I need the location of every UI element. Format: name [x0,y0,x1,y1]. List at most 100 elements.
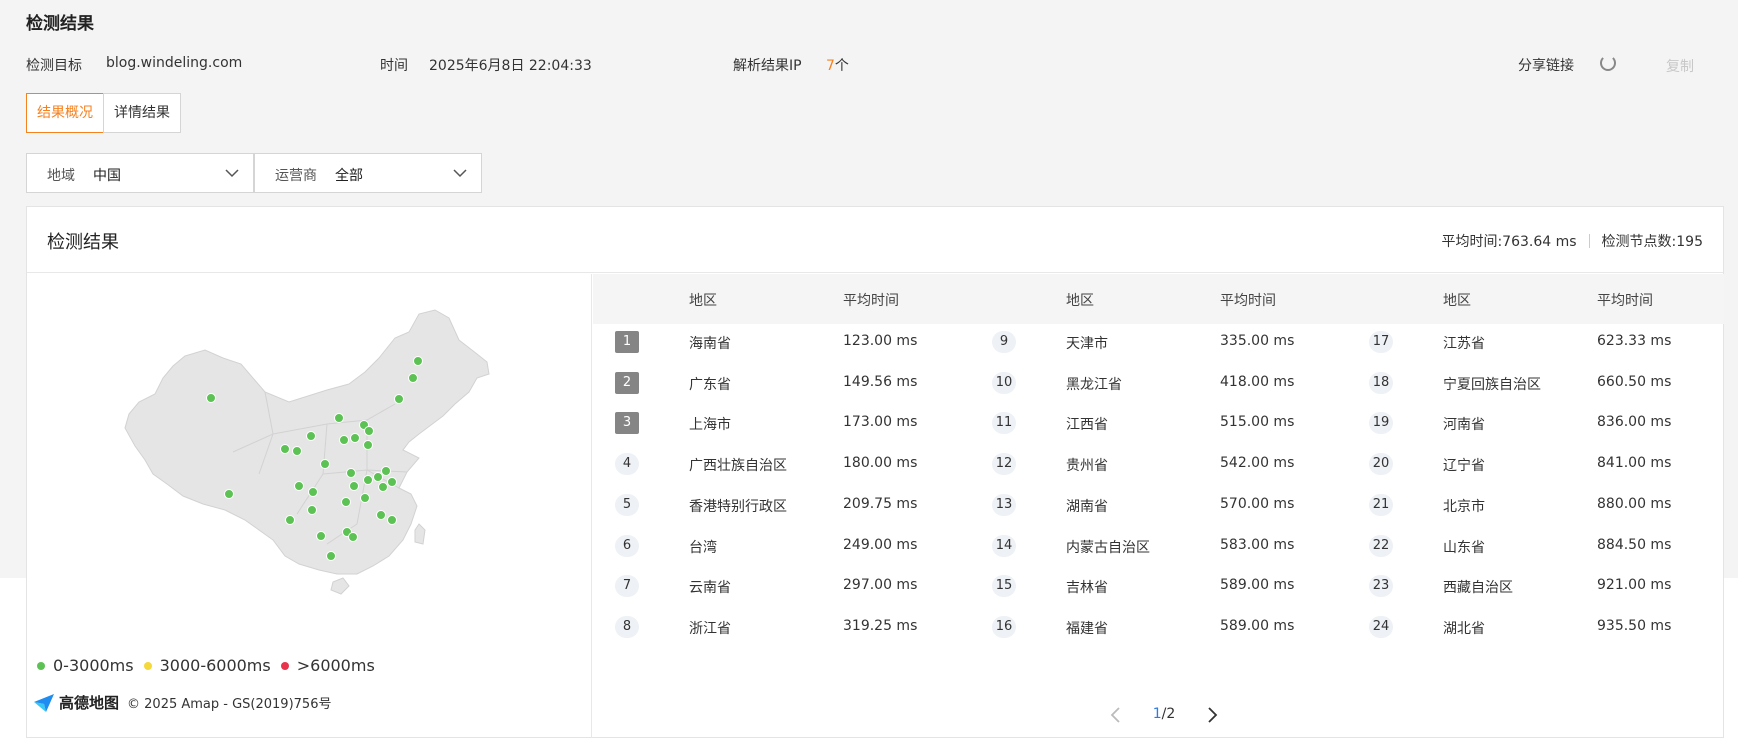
col-header-time: 平均时间 [1220,293,1276,309]
chevron-right-icon[interactable] [1200,703,1224,727]
map-node-dot[interactable] [378,482,388,492]
time-cell: 209.75 ms [843,495,918,512]
map-node-dot[interactable] [341,497,351,507]
china-mainland-shape [124,309,490,575]
ip-count-number: 7 [826,58,835,74]
rank-badge: 2 [615,371,639,394]
chevron-down-icon [453,169,467,178]
time-cell: 542.00 ms [1220,455,1295,472]
map-node-dot[interactable] [364,426,374,436]
result-card: 检测结果 平均时间:763.64 ms 检测节点数:195 0-3000ms 3… [26,206,1724,738]
map-node-dot[interactable] [346,468,356,478]
rank-badge: 16 [992,615,1016,638]
map-node-dot[interactable] [334,413,344,423]
chevron-down-icon [225,169,239,178]
page-current: 1 [1152,706,1162,722]
map-node-dot[interactable] [339,435,349,445]
avg-time-stat: 平均时间:763.64 ms [1441,234,1577,250]
time-cell: 836.00 ms [1597,414,1672,431]
map-node-dot[interactable] [363,475,373,485]
map-node-dot[interactable] [387,515,397,525]
rank-badge: 19 [1369,412,1393,435]
region-cell: 内蒙古自治区 [1066,539,1150,556]
map-node-dot[interactable] [348,532,358,542]
copy-button[interactable]: 复制 [1640,52,1720,80]
time-cell: 418.00 ms [1220,373,1295,390]
map-node-dot[interactable] [292,446,302,456]
map-node-dot[interactable] [387,477,397,487]
time-cell: 880.00 ms [1597,495,1672,512]
rank-badge: 23 [1369,575,1393,598]
map-node-dot[interactable] [280,444,290,454]
ip-count: 7个 [826,55,849,75]
red-dot-icon [280,661,289,670]
taiwan-island-shape [414,523,426,545]
time-cell: 884.50 ms [1597,536,1672,553]
card-stats: 平均时间:763.64 ms 检测节点数:195 [1441,231,1703,251]
legend-label: >6000ms [296,656,375,675]
col-header-time: 平均时间 [843,293,899,309]
rank-badge: 5 [615,493,639,516]
map-node-dot[interactable] [320,459,330,469]
legend-label: 3000-6000ms [159,656,271,675]
map-node-dot[interactable] [294,481,304,491]
map-node-dot[interactable] [408,373,418,383]
china-map[interactable] [27,274,592,654]
map-node-dot[interactable] [376,510,386,520]
isp-select[interactable]: 运营商 全部 [254,153,482,193]
region-cell: 湖北省 [1443,620,1485,637]
map-panel: 0-3000ms 3000-6000ms >6000ms 高德地图 © 2025… [27,274,592,738]
map-node-dot[interactable] [413,356,423,366]
map-node-dot[interactable] [326,551,336,561]
region-cell: 湖南省 [1066,498,1108,515]
map-node-dot[interactable] [308,487,318,497]
region-cell: 山东省 [1443,539,1485,556]
results-table: 地区 平均时间 地区 平均时间 地区 平均时间 1 海南省 123.00 ms 2 广东… [593,274,1724,738]
rank-badge: 7 [615,575,639,598]
time-cell: 149.56 ms [843,373,918,390]
map-node-dot[interactable] [349,481,359,491]
map-node-dot[interactable] [224,489,234,499]
region-select[interactable]: 地域 中国 [26,153,254,193]
map-node-dot[interactable] [316,531,326,541]
share-link-label: 分享链接 [1518,58,1574,74]
chevron-left-icon[interactable] [1104,703,1128,727]
time-cell: 623.33 ms [1597,333,1672,349]
map-node-dot[interactable] [394,394,404,404]
table-header: 地区 平均时间 地区 平均时间 地区 平均时间 [593,274,1724,324]
time-cell: 660.50 ms [1597,373,1672,390]
rank-badge: 8 [615,615,639,638]
stat-divider [1588,234,1590,248]
region-cell: 上海市 [689,417,731,434]
map-node-dot[interactable] [373,472,383,482]
map-node-dot[interactable] [307,505,317,515]
rank-badge: 24 [1369,615,1393,638]
region-cell: 北京市 [1443,498,1485,515]
region-cell: 天津市 [1066,336,1108,352]
map-node-dot[interactable] [350,433,360,443]
map-node-dot[interactable] [360,493,370,503]
region-cell: 河南省 [1443,417,1485,434]
rank-badge: 6 [615,534,639,557]
time-cell: 123.00 ms [843,333,918,349]
rank-badge: 14 [992,534,1016,557]
tab-overview[interactable]: 结果概况 [26,93,104,133]
region-cell: 广东省 [689,376,731,393]
region-cell: 吉林省 [1066,580,1108,597]
region-select-value: 中国 [93,168,121,184]
map-node-dot[interactable] [381,466,391,476]
time-label: 时间 [380,58,408,74]
map-node-dot[interactable] [285,515,295,525]
legend-item-slow: >6000ms [280,656,375,675]
hainan-island-shape [330,577,350,595]
rank-badge: 10 [992,371,1016,394]
map-node-dot[interactable] [306,431,316,441]
tab-details[interactable]: 详情结果 [103,93,181,133]
map-node-dot[interactable] [206,393,216,403]
time-cell: 935.50 ms [1597,617,1672,634]
rank-badge: 12 [992,453,1016,476]
time-cell: 335.00 ms [1220,333,1295,349]
page-total: /2 [1161,706,1176,722]
amap-logo-icon [34,693,54,712]
map-node-dot[interactable] [363,440,373,450]
